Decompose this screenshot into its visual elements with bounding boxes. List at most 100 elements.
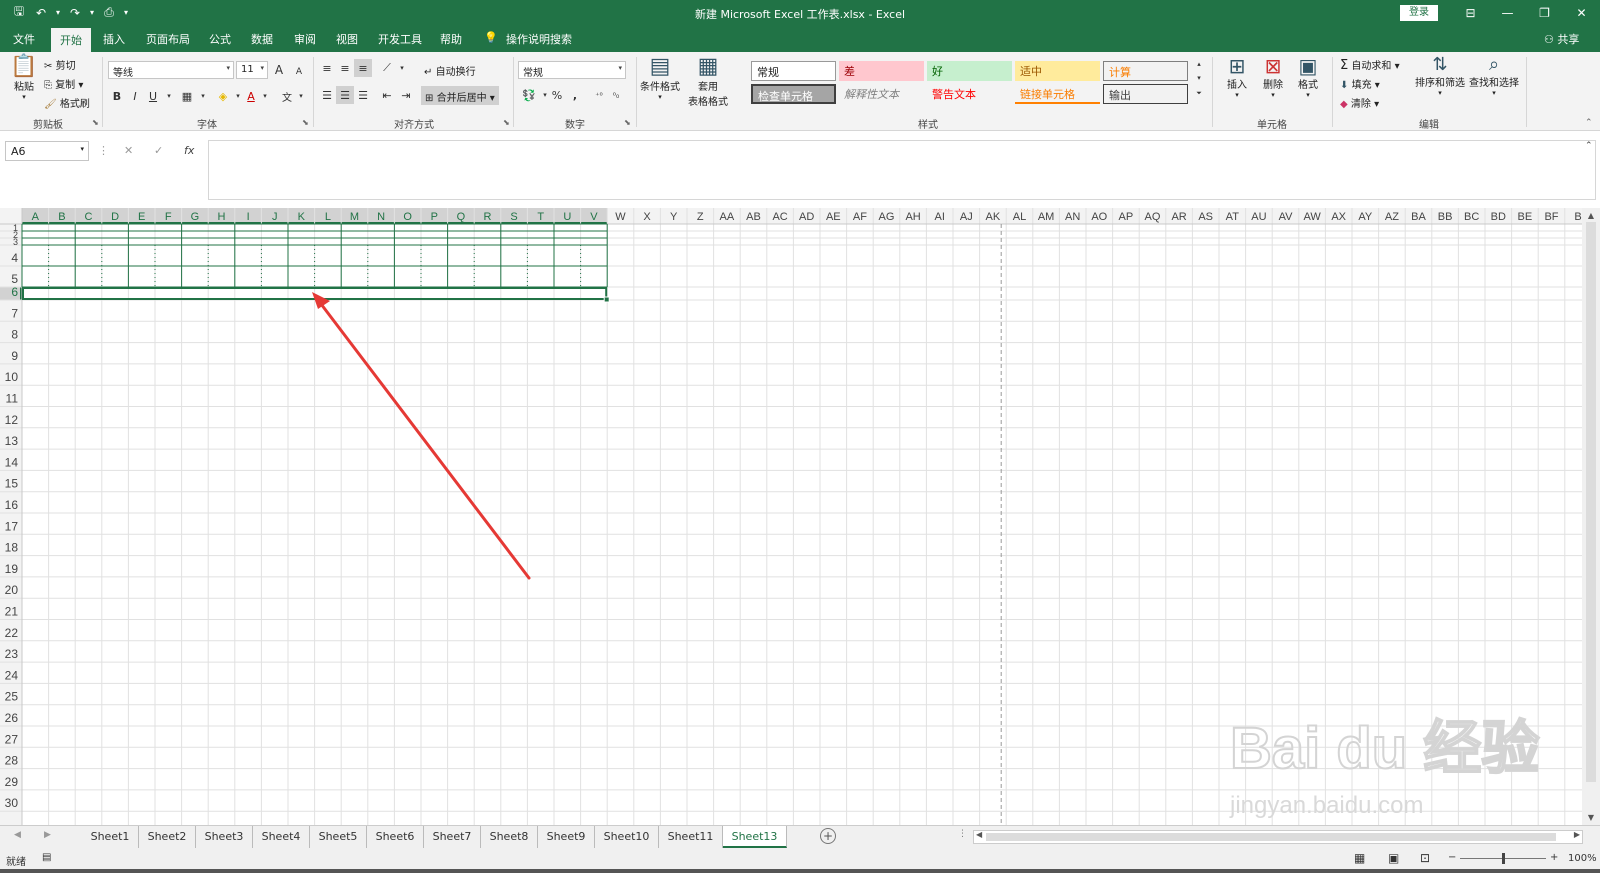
find-select-button[interactable]: ⌕ 查找和选择 ▾ xyxy=(1468,56,1520,98)
column-header[interactable]: S xyxy=(510,211,517,223)
row-header[interactable]: 28 xyxy=(5,754,19,768)
column-header[interactable]: AX xyxy=(1331,211,1346,223)
column-header[interactable]: AZ xyxy=(1385,211,1399,223)
undo-icon[interactable]: ↶ xyxy=(32,4,50,21)
column-header[interactable]: AK xyxy=(986,211,1001,223)
column-header[interactable]: AV xyxy=(1279,211,1294,223)
column-header[interactable]: L xyxy=(325,211,331,223)
sheet-tab[interactable]: Sheet3 xyxy=(196,826,253,848)
format-painter-button[interactable]: 🖌 格式刷 xyxy=(44,95,90,110)
column-header[interactable]: F xyxy=(165,211,172,223)
row-header[interactable]: 3 xyxy=(13,237,18,247)
close-icon[interactable]: ✕ xyxy=(1563,0,1600,26)
conditional-format-button[interactable]: ▤ 条件格式 ▾ xyxy=(638,56,682,102)
zoom-slider-handle[interactable] xyxy=(1502,853,1505,864)
cancel-icon[interactable]: ✕ xyxy=(124,144,133,157)
column-header[interactable]: AS xyxy=(1198,211,1213,223)
cut-button[interactable]: ✂ 剪切 xyxy=(44,57,76,72)
tab-help[interactable]: 帮助 xyxy=(440,31,462,47)
sheet-tab[interactable]: Sheet6 xyxy=(367,826,424,848)
styles-more-icon[interactable]: ⏷ xyxy=(1190,87,1208,99)
column-header[interactable]: C xyxy=(85,211,93,223)
styles-scroll-down-icon[interactable]: ▾ xyxy=(1190,72,1208,84)
tab-developer[interactable]: 开发工具 xyxy=(378,31,422,47)
macro-record-icon[interactable]: ▤ xyxy=(42,852,51,863)
row-header[interactable]: 16 xyxy=(5,498,19,512)
enter-icon[interactable]: ✓ xyxy=(154,144,163,157)
style-good[interactable]: 好 xyxy=(927,61,1012,81)
alignment-launcher-icon[interactable]: ⬊ xyxy=(503,118,510,127)
comma-button[interactable]: , xyxy=(566,86,584,104)
login-button[interactable]: 登录 xyxy=(1400,5,1438,21)
column-header[interactable]: BE xyxy=(1518,211,1533,223)
minimize-icon[interactable]: — xyxy=(1489,0,1526,26)
column-header[interactable]: B xyxy=(58,211,65,223)
add-sheet-icon[interactable]: + xyxy=(820,828,836,844)
column-header[interactable]: AQ xyxy=(1145,211,1161,223)
collapse-ribbon-icon[interactable]: ⌃ xyxy=(1585,118,1593,128)
row-header[interactable]: 18 xyxy=(5,541,19,555)
paste-button[interactable]: 📋 粘贴 ▾ xyxy=(10,56,38,102)
scroll-right-icon[interactable]: ▶ xyxy=(1574,830,1580,839)
tab-review[interactable]: 审阅 xyxy=(294,31,316,47)
column-header[interactable]: W xyxy=(615,211,626,223)
fill-handle[interactable] xyxy=(603,296,610,303)
format-as-table-button[interactable]: ▦ 套用 表格格式 xyxy=(686,56,730,109)
row-header[interactable]: 9 xyxy=(11,349,18,363)
column-header[interactable]: BF xyxy=(1544,211,1558,223)
column-header[interactable]: AN xyxy=(1065,211,1080,223)
sheet-tab[interactable]: Sheet9 xyxy=(538,826,595,848)
decrease-decimal-icon[interactable]: ⁰₀ xyxy=(607,86,625,104)
number-format-combo[interactable]: 常规 ▾ xyxy=(518,61,626,79)
bold-button[interactable]: B xyxy=(108,87,126,105)
italic-button[interactable]: I xyxy=(126,87,144,105)
style-explanatory[interactable]: 解释性文本 xyxy=(839,84,924,104)
row-header[interactable]: 24 xyxy=(5,668,19,682)
row-header[interactable]: 25 xyxy=(5,690,19,704)
column-header[interactable]: AU xyxy=(1251,211,1266,223)
horizontal-scrollbar[interactable]: ◀ ▶ xyxy=(973,830,1583,844)
row-header[interactable]: 10 xyxy=(5,370,19,384)
redo-dropdown-icon[interactable]: ▾ xyxy=(88,8,96,17)
style-bad[interactable]: 差 xyxy=(839,61,924,81)
sheet-tab[interactable]: Sheet10 xyxy=(595,826,659,848)
column-header[interactable]: AT xyxy=(1226,211,1240,223)
column-header[interactable]: H xyxy=(218,211,226,223)
align-bottom-icon[interactable]: ≡ xyxy=(354,59,372,77)
orientation-dropdown-icon[interactable]: ▾ xyxy=(393,59,411,77)
formula-input[interactable] xyxy=(208,140,1596,200)
sheet-tab[interactable]: Sheet13 xyxy=(723,826,787,848)
column-header[interactable]: G xyxy=(191,211,200,223)
border-dropdown-icon[interactable]: ▾ xyxy=(194,87,212,105)
merge-center-button[interactable]: ⊞ 合并后居中 ▾ xyxy=(421,86,499,105)
phonetic-dropdown-icon[interactable]: ▾ xyxy=(292,87,310,105)
align-right-icon[interactable]: ☰ xyxy=(354,86,372,104)
increase-decimal-icon[interactable]: ⁺⁰ xyxy=(590,86,608,104)
column-header[interactable]: B xyxy=(1574,211,1581,223)
sheet-tab[interactable]: Sheet7 xyxy=(424,826,481,848)
wrap-text-button[interactable]: ↵ 自动换行 xyxy=(424,63,476,78)
row-header[interactable]: 15 xyxy=(5,477,19,491)
column-header[interactable]: O xyxy=(403,211,412,223)
sheet-tab[interactable]: Sheet8 xyxy=(481,826,538,848)
column-header[interactable]: AO xyxy=(1091,211,1107,223)
touch-mode-icon[interactable]: ⎙ xyxy=(100,4,118,21)
tab-file[interactable]: 文件 xyxy=(13,31,35,47)
row-header[interactable]: 8 xyxy=(11,328,18,342)
column-header[interactable]: AY xyxy=(1358,211,1373,223)
cell-grid[interactable]: A B C D E F G H I J K L M N O P Q R S T U V W X Y Z AA AB AC AD AE AF AG… xyxy=(0,208,1600,825)
column-header[interactable]: X xyxy=(643,211,651,223)
undo-dropdown-icon[interactable]: ▾ xyxy=(54,8,62,17)
row-header[interactable]: 12 xyxy=(5,413,19,427)
font-name-combo[interactable]: 等线 ▾ xyxy=(108,61,234,79)
column-header[interactable]: AJ xyxy=(960,211,973,223)
row-header[interactable]: 19 xyxy=(5,562,19,576)
clear-button[interactable]: ◆ 清除 ▾ xyxy=(1340,95,1379,110)
column-header[interactable]: T xyxy=(537,211,544,223)
normal-view-icon[interactable]: ▦ xyxy=(1354,851,1365,865)
style-neutral[interactable]: 适中 xyxy=(1015,61,1100,81)
column-header[interactable]: M xyxy=(350,211,359,223)
column-header[interactable]: A xyxy=(32,211,40,223)
style-calculation[interactable]: 计算 xyxy=(1103,61,1188,81)
row-header[interactable]: 5 xyxy=(11,272,18,286)
